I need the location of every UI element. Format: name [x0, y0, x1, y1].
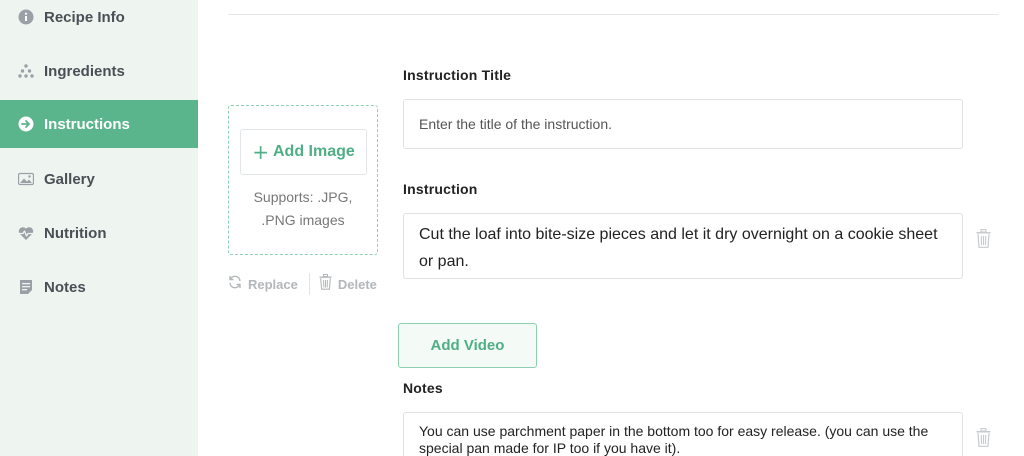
- sidebar-item-label: Ingredients: [44, 62, 125, 80]
- arrow-circle-icon: [18, 116, 34, 132]
- sidebar-item-label: Nutrition: [44, 224, 107, 242]
- add-image-button[interactable]: + Add Image: [240, 129, 367, 175]
- instruction-label: Instruction: [403, 181, 478, 197]
- sidebar-item-nutrition[interactable]: Nutrition: [0, 209, 198, 257]
- sidebar-item-instructions[interactable]: Instructions: [0, 100, 198, 148]
- notes-textarea[interactable]: You can use parchment paper in the botto…: [403, 412, 963, 456]
- add-image-label: Add Image: [272, 143, 355, 160]
- sidebar-item-ingredients[interactable]: Ingredients: [0, 47, 198, 95]
- trash-icon: [976, 229, 991, 252]
- trash-icon: [319, 273, 332, 295]
- sidebar-item-label: Recipe Info: [44, 8, 125, 26]
- action-separator: [308, 273, 310, 295]
- trash-icon: [976, 428, 991, 451]
- sidebar-item-gallery[interactable]: Gallery: [0, 155, 198, 203]
- sidebar-item-label: Instructions: [44, 115, 130, 133]
- divider: [228, 14, 998, 15]
- replace-image-button[interactable]: Replace: [228, 275, 298, 294]
- sidebar: Recipe Info Ingredients Instructions Gal…: [0, 0, 198, 456]
- delete-instruction-button[interactable]: [976, 229, 991, 253]
- image-supports-text: Supports: .JPG, .PNG images: [229, 186, 377, 232]
- add-video-button[interactable]: Add Video: [398, 323, 537, 368]
- info-icon: [18, 9, 34, 25]
- supports-line-1: Supports: .JPG,: [253, 189, 353, 205]
- delete-label: Delete: [337, 276, 377, 292]
- instruction-title-input[interactable]: Enter the title of the instruction.: [403, 99, 963, 149]
- sidebar-item-notes[interactable]: Notes: [0, 263, 198, 311]
- image-dropzone[interactable]: + Add Image Supports: .JPG, .PNG images: [228, 105, 378, 255]
- notes-icon: [18, 279, 34, 295]
- sidebar-item-label: Gallery: [44, 170, 95, 188]
- image-icon: [18, 171, 34, 187]
- supports-line-2: .PNG images: [261, 212, 345, 228]
- instruction-title-label: Instruction Title: [403, 67, 512, 83]
- delete-notes-button[interactable]: [976, 428, 991, 452]
- image-actions: Replace Delete: [228, 272, 380, 296]
- refresh-icon: [228, 275, 242, 294]
- notes-label: Notes: [403, 380, 443, 396]
- sidebar-item-label: Notes: [44, 278, 86, 296]
- add-video-label: Add Video: [430, 337, 505, 354]
- sidebar-item-recipe-info[interactable]: Recipe Info: [0, 0, 198, 41]
- ingredients-dots-icon: [18, 63, 34, 79]
- plus-icon: +: [252, 140, 269, 164]
- instruction-textarea[interactable]: Cut the loaf into bite-size pieces and l…: [403, 213, 963, 279]
- delete-image-button[interactable]: Delete: [319, 273, 377, 295]
- replace-label: Replace: [248, 276, 298, 292]
- heartbeat-icon: [18, 225, 34, 241]
